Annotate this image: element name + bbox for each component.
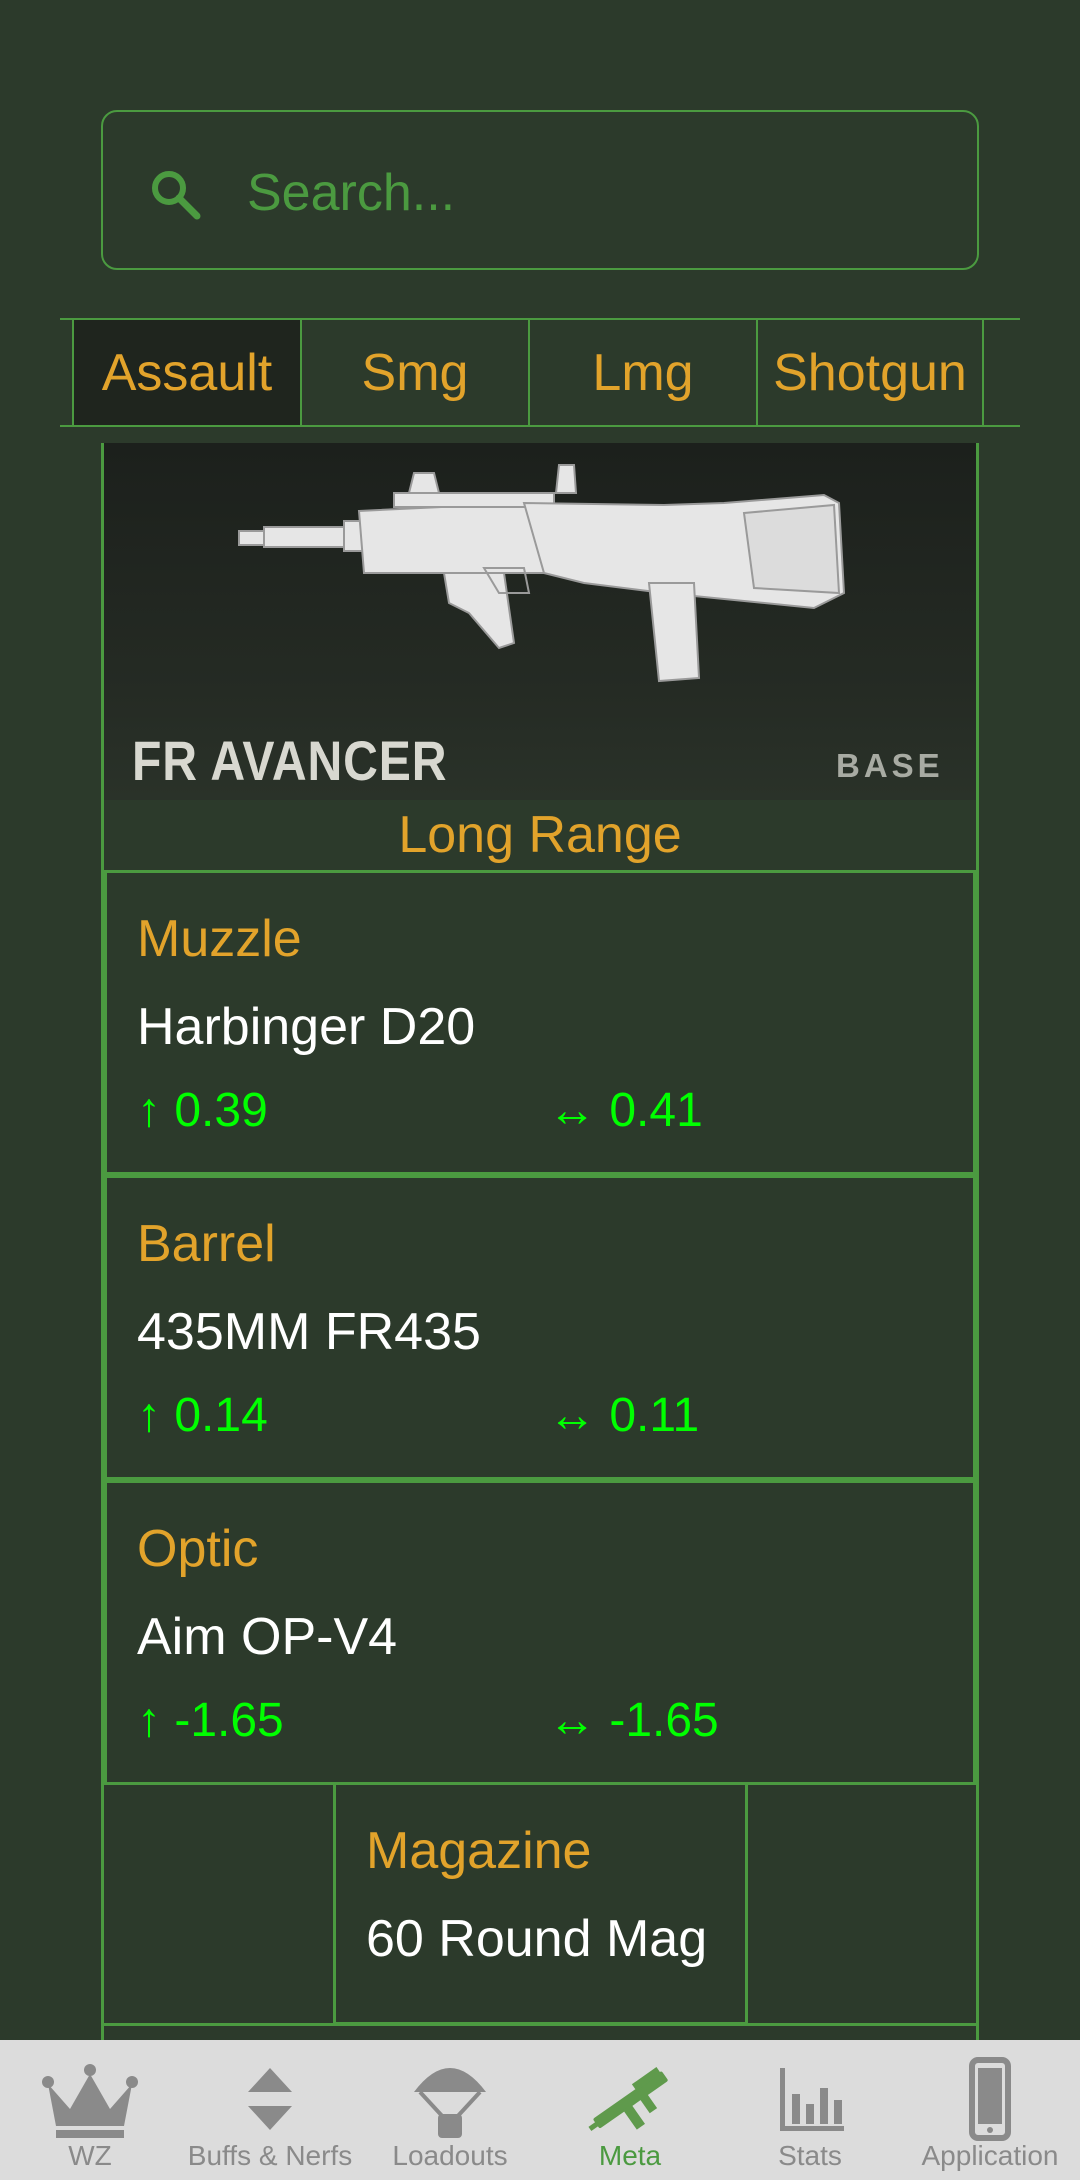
- horizontal-recoil-stat: ↔ 0.41: [548, 1084, 703, 1137]
- tab-shotgun[interactable]: Shotgun: [756, 320, 982, 425]
- nav-item-meta[interactable]: Meta: [540, 2040, 720, 2180]
- crown-icon: [42, 2064, 138, 2138]
- bar-chart-icon: [780, 2068, 844, 2131]
- attachment-slot: Barrel: [137, 1215, 276, 1273]
- attachment-slot: Magazine: [366, 1822, 592, 1880]
- parachute-icon: [414, 2068, 486, 2138]
- nav-item-buffs-nerfs[interactable]: Buffs & Nerfs: [180, 2040, 360, 2180]
- up-down-arrows-icon: [248, 2068, 292, 2130]
- weapon-variant-tag: BASE: [836, 747, 944, 784]
- tabs-end-divider: [982, 320, 984, 425]
- attachment-card-barrel[interactable]: Barrel 435MM FR435 ↑ 0.14 ↔ 0.11: [104, 1175, 976, 1480]
- rifle-icon: [588, 2067, 668, 2131]
- row-divider: [104, 2023, 976, 2026]
- attachment-name: Aim OP-V4: [137, 1608, 398, 1666]
- loadout-title: Long Range: [398, 806, 682, 864]
- vertical-recoil-stat: ↑ -1.65: [137, 1694, 284, 1747]
- nav-label: WZ: [68, 2140, 112, 2171]
- nav-item-stats[interactable]: Stats: [720, 2040, 900, 2180]
- attachment-name: 435MM FR435: [137, 1303, 481, 1361]
- nav-label: Loadouts: [392, 2140, 508, 2171]
- phone-icon: [969, 2057, 1011, 2141]
- tabs-bottom-divider: [60, 425, 1020, 427]
- attachment-card-magazine[interactable]: Magazine 60 Round Mag: [333, 1785, 748, 2025]
- nav-label: Application: [921, 2140, 1059, 2171]
- vertical-recoil-stat: ↑ 0.14: [137, 1389, 268, 1442]
- search-icon: [152, 171, 201, 220]
- nav-label: Meta: [598, 2140, 662, 2171]
- tab-lmg[interactable]: Lmg: [528, 320, 756, 425]
- horizontal-recoil-stat: ↔ 0.11: [548, 1389, 700, 1442]
- nav-item-application[interactable]: Application: [900, 2040, 1080, 2180]
- attachment-slot: Optic: [137, 1520, 259, 1578]
- vertical-recoil-stat: ↑ 0.39: [137, 1084, 268, 1137]
- tab-smg[interactable]: Smg: [300, 320, 528, 425]
- nav-item-wz[interactable]: WZ: [0, 2040, 180, 2180]
- attachment-slot: Muzzle: [137, 910, 302, 968]
- nav-label: Stats: [778, 2140, 842, 2171]
- horizontal-recoil-stat: ↔ -1.65: [548, 1694, 719, 1747]
- bottom-navigation: WZ Buffs & Nerfs Loadouts Meta Stats App…: [0, 2040, 1080, 2180]
- attachment-card-optic[interactable]: Optic Aim OP-V4 ↑ -1.65 ↔ -1.65: [104, 1480, 976, 1785]
- attachment-card-muzzle[interactable]: Muzzle Harbinger D20 ↑ 0.39 ↔ 0.41: [104, 870, 976, 1175]
- weapon-name: FR AVANCER: [132, 729, 448, 792]
- nav-item-loadouts[interactable]: Loadouts: [360, 2040, 540, 2180]
- search-box[interactable]: [101, 110, 979, 270]
- search-input[interactable]: [245, 152, 949, 234]
- nav-label: Buffs & Nerfs: [187, 2140, 353, 2171]
- attachment-name: Harbinger D20: [137, 998, 476, 1056]
- tab-assault[interactable]: Assault: [72, 320, 300, 425]
- attachment-name: 60 Round Mag: [366, 1910, 708, 1968]
